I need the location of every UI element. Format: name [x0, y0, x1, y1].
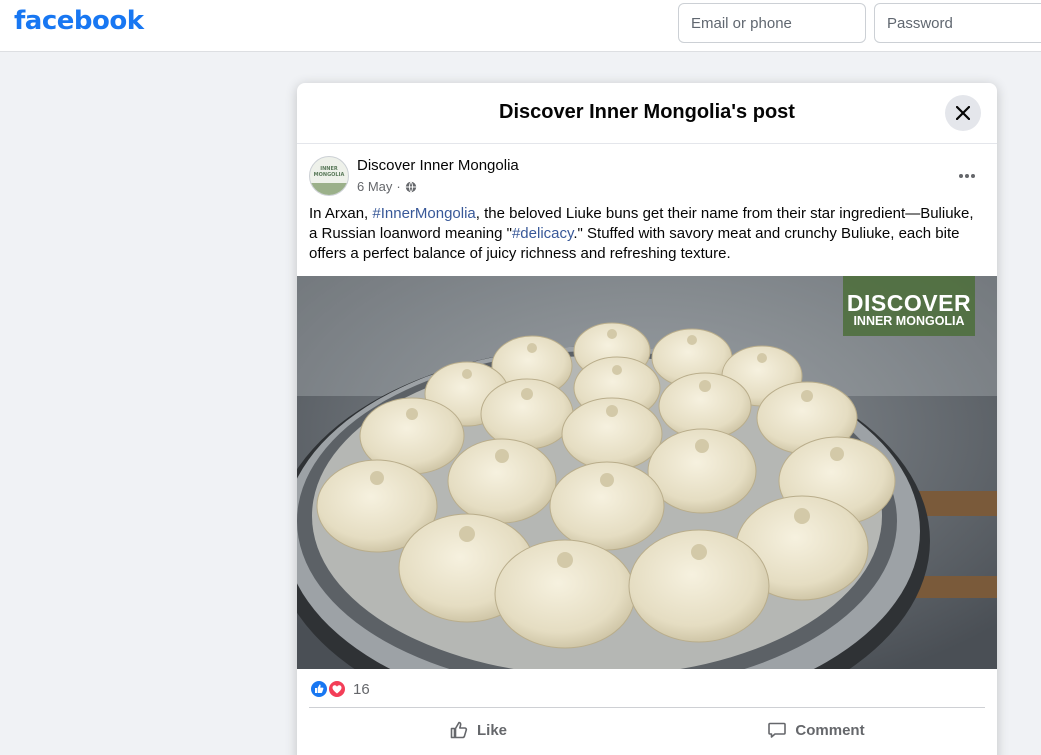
close-icon — [956, 106, 970, 120]
love-reaction-icon — [328, 680, 346, 698]
action-bar: Like Comment — [309, 707, 985, 751]
more-options-button[interactable] — [949, 158, 985, 194]
post-modal: Discover Inner Mongolia's post INNER MON… — [297, 83, 997, 755]
facebook-logo[interactable]: facebook — [14, 6, 144, 36]
modal-title: Discover Inner Mongolia's post — [499, 101, 795, 123]
meta-separator: · — [396, 179, 401, 194]
avatar-landscape — [310, 183, 348, 195]
reactions-bar[interactable]: 16 — [297, 669, 997, 707]
avatar[interactable]: INNER MONGOLIA — [309, 156, 349, 196]
like-reaction-icon — [310, 680, 328, 698]
avatar-logo-text: INNER MONGOLIA — [313, 166, 345, 178]
post-header: INNER MONGOLIA Discover Inner Mongolia 6… — [297, 144, 997, 200]
like-button[interactable]: Like — [309, 712, 647, 748]
hashtag-link[interactable]: #InnerMongolia — [372, 205, 475, 222]
globe-icon — [405, 180, 416, 193]
more-icon — [959, 174, 975, 178]
hashtag-link[interactable]: #delicacy — [512, 225, 573, 242]
modal-header: Discover Inner Mongolia's post — [297, 83, 997, 144]
comment-label: Comment — [795, 721, 865, 739]
post-meta: 6 May · — [357, 179, 417, 194]
watermark-line1: DISCOVER — [846, 290, 972, 316]
like-label: Like — [476, 721, 507, 739]
reaction-icons — [310, 680, 346, 698]
reaction-count[interactable]: 16 — [353, 681, 370, 698]
post-image[interactable]: DISCOVER INNER MONGOLIA — [297, 276, 997, 736]
comment-icon — [768, 722, 787, 738]
author-name[interactable]: Discover Inner Mongolia — [357, 157, 519, 174]
top-bar: facebook — [0, 0, 1041, 52]
password-field[interactable] — [874, 3, 1041, 43]
comment-button[interactable]: Comment — [647, 712, 985, 748]
post-date[interactable]: 6 May — [357, 179, 392, 194]
watermark-logo: DISCOVER INNER MONGOLIA — [843, 276, 975, 336]
watermark-line2: INNER MONGOLIA — [853, 314, 965, 328]
post-text-part: In Arxan, — [309, 205, 373, 222]
email-field[interactable] — [678, 3, 866, 43]
thumbs-up-icon — [450, 721, 468, 739]
close-button[interactable] — [945, 95, 981, 131]
post-text: In Arxan, #InnerMongolia, the beloved Li… — [297, 200, 997, 276]
